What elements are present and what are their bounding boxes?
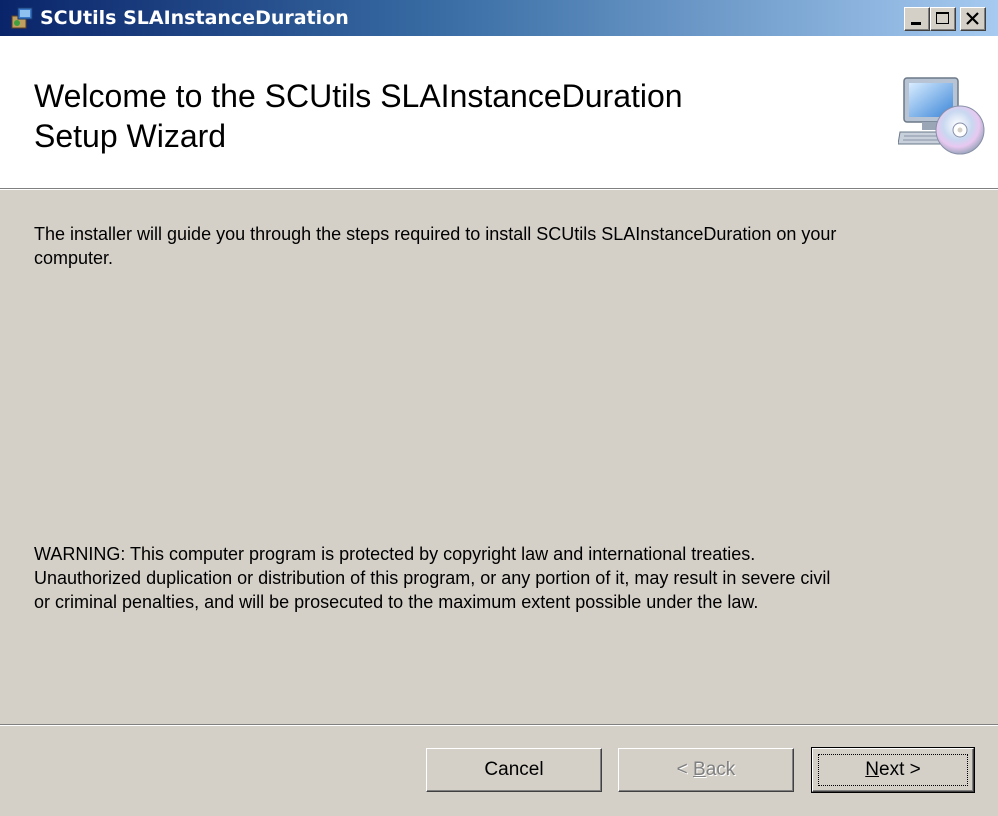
warning-line-1: WARNING: This computer program is protec…	[34, 544, 756, 564]
warning-line-3: or criminal penalties, and will be prose…	[34, 592, 759, 612]
installer-app-icon	[11, 7, 33, 29]
back-button-label-rest: ack	[705, 759, 736, 780]
cancel-button[interactable]: Cancel	[426, 748, 602, 792]
setup-wizard-window: SCUtils SLAInstanceDuration Welcome to t…	[0, 0, 998, 816]
maximize-button[interactable]	[930, 7, 956, 31]
banner-title-line-2: Setup Wizard	[34, 118, 227, 154]
banner-title-line-1: Welcome to the SCUtils SLAInstanceDurati…	[34, 78, 683, 114]
minimize-button[interactable]	[904, 7, 930, 31]
maximize-icon	[936, 12, 949, 24]
close-button[interactable]	[960, 7, 986, 31]
copyright-warning: WARNING: This computer program is protec…	[34, 542, 830, 614]
banner-separator	[0, 188, 998, 190]
intro-text-line-2: computer.	[34, 248, 114, 268]
next-button[interactable]: Next >	[811, 747, 975, 793]
intro-text: The installer will guide you through the…	[34, 222, 836, 270]
back-button[interactable]: < Back	[618, 748, 794, 792]
back-button-prefix: <	[676, 759, 694, 780]
computer-with-cd-icon	[898, 77, 985, 155]
minimize-icon	[911, 22, 921, 25]
banner-title: Welcome to the SCUtils SLAInstanceDurati…	[34, 76, 854, 156]
close-icon	[966, 12, 979, 25]
intro-text-line-1: The installer will guide you through the…	[34, 224, 837, 244]
window-title: SCUtils SLAInstanceDuration	[40, 7, 349, 29]
next-button-focus-rect	[818, 754, 968, 786]
back-button-accesskey: B	[693, 759, 706, 780]
warning-line-2: Unauthorized duplication or distribution…	[34, 568, 831, 588]
footer-separator	[0, 724, 998, 726]
title-bar[interactable]: SCUtils SLAInstanceDuration	[0, 0, 998, 36]
wizard-banner: Welcome to the SCUtils SLAInstanceDurati…	[0, 36, 998, 188]
